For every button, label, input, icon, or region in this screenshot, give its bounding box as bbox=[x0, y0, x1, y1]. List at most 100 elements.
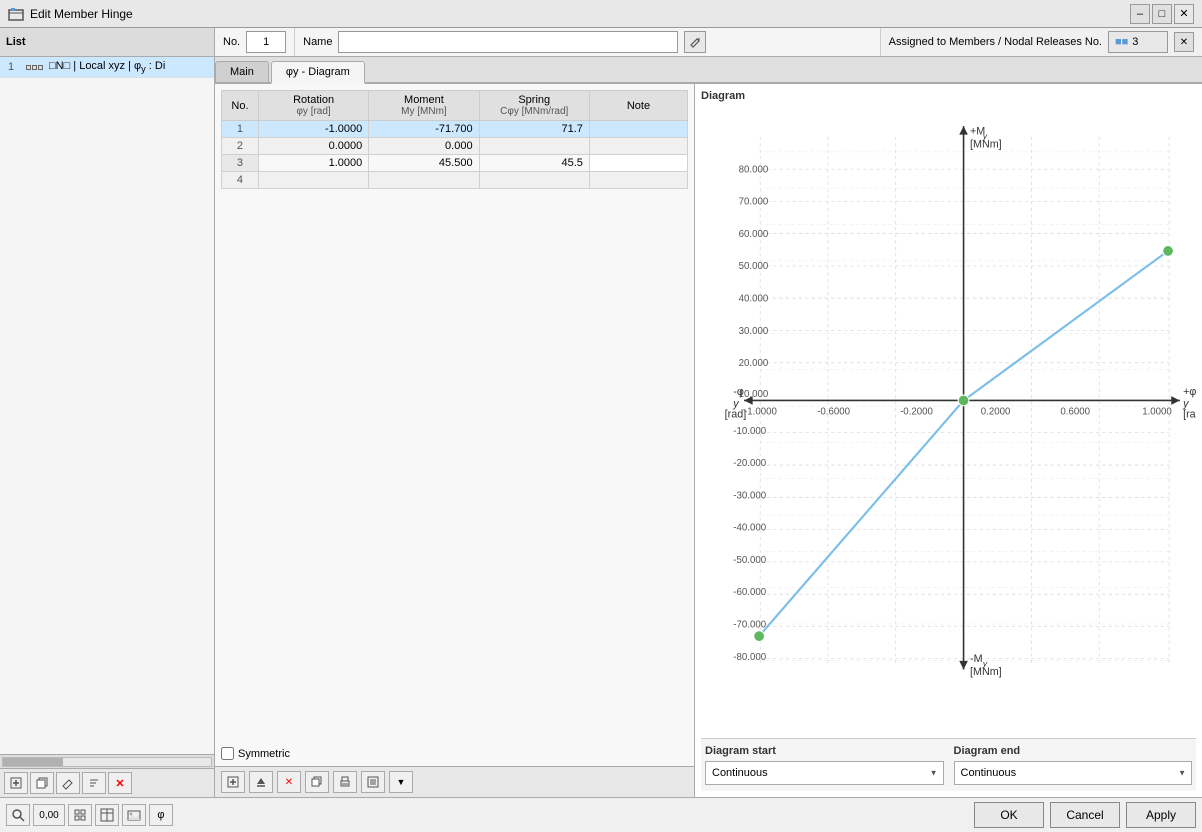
diagram-canvas: +φ y [rad] -φ y [rad] +M y [MNm] bbox=[701, 106, 1196, 738]
cell-rotation[interactable] bbox=[258, 172, 368, 189]
cell-note[interactable] bbox=[589, 138, 687, 155]
table-export-button[interactable] bbox=[361, 771, 385, 793]
zoom-button[interactable] bbox=[6, 804, 30, 826]
name-input[interactable]: □□□ □N□ | Local xyz | φy : Diagram bbox=[338, 31, 678, 53]
cell-rotation[interactable]: 1.0000 bbox=[258, 155, 368, 172]
maximize-button[interactable]: □ bbox=[1152, 4, 1172, 24]
cell-note[interactable] bbox=[589, 172, 687, 189]
edit-name-button[interactable] bbox=[684, 31, 706, 53]
col-note-header: Note bbox=[589, 91, 687, 121]
no-input[interactable] bbox=[246, 31, 286, 53]
symmetric-label[interactable]: Symmetric bbox=[238, 748, 290, 760]
name-label: Name bbox=[303, 36, 332, 48]
assigned-label: Assigned to Members / Nodal Releases No. bbox=[889, 36, 1102, 48]
svg-text:-0.2000: -0.2000 bbox=[900, 406, 933, 417]
diagram-svg: +φ y [rad] -φ y [rad] +M y [MNm] bbox=[701, 106, 1196, 738]
svg-text:[rad]: [rad] bbox=[725, 409, 747, 421]
data-table: No. Rotation φy [rad] Moment My [MNm] bbox=[221, 90, 688, 189]
list-item[interactable]: 1 □N□ | Local xyz | φy : Di bbox=[0, 57, 214, 78]
table-row[interactable]: 4 bbox=[222, 172, 688, 189]
pencil-icon bbox=[689, 36, 701, 48]
table-more-button[interactable]: ▼ bbox=[389, 771, 413, 793]
grid-icon bbox=[73, 808, 87, 822]
list-new-button[interactable] bbox=[4, 772, 28, 794]
table-moveup-button[interactable] bbox=[249, 771, 273, 793]
svg-text:-20.000: -20.000 bbox=[733, 458, 766, 469]
cell-spring[interactable]: 45.5 bbox=[479, 155, 589, 172]
list-sort-button[interactable] bbox=[82, 772, 106, 794]
col-moment-header: Moment My [MNm] bbox=[369, 91, 479, 121]
svg-text:0.2000: 0.2000 bbox=[981, 406, 1011, 417]
window-title: Edit Member Hinge bbox=[30, 7, 1130, 21]
svg-text:10.000: 10.000 bbox=[739, 389, 769, 400]
list-copy-button[interactable] bbox=[30, 772, 54, 794]
diagram-start-select[interactable]: Continuous Fixed Free bbox=[705, 761, 944, 785]
close-button[interactable]: ✕ bbox=[1174, 4, 1194, 24]
table-print-button[interactable] bbox=[333, 771, 357, 793]
rename-icon bbox=[61, 776, 75, 790]
svg-text:60.000: 60.000 bbox=[739, 229, 769, 240]
tab-main[interactable]: Main bbox=[215, 61, 269, 82]
cell-spring[interactable]: 71.7 bbox=[479, 121, 589, 138]
cell-note[interactable] bbox=[589, 155, 687, 172]
symmetric-checkbox[interactable] bbox=[221, 747, 234, 760]
image-icon bbox=[127, 808, 141, 822]
svg-text:0.6000: 0.6000 bbox=[1060, 406, 1090, 417]
diagram-title: Diagram bbox=[701, 90, 1196, 102]
svg-text:-40.000: -40.000 bbox=[733, 523, 766, 534]
tab-bar: Main φy - Diagram bbox=[215, 57, 1202, 84]
decimal-button[interactable]: 0,00 bbox=[33, 804, 65, 826]
table-delete-button[interactable]: ✕ bbox=[277, 771, 301, 793]
minimize-button[interactable]: – bbox=[1130, 4, 1150, 24]
print-icon bbox=[339, 776, 351, 788]
copy-icon bbox=[35, 776, 49, 790]
diagram-end-select[interactable]: Continuous Fixed Free bbox=[954, 761, 1193, 785]
image-button[interactable] bbox=[122, 804, 146, 826]
cell-moment[interactable] bbox=[369, 172, 479, 189]
cancel-button[interactable]: Cancel bbox=[1050, 802, 1120, 828]
cell-moment[interactable]: -71.700 bbox=[369, 121, 479, 138]
cell-moment[interactable]: 0.000 bbox=[369, 138, 479, 155]
diagram-start-group: Diagram start Continuous Fixed Free bbox=[705, 745, 944, 785]
view-button[interactable] bbox=[68, 804, 92, 826]
move-up-icon bbox=[255, 776, 267, 788]
diagram-end-select-wrapper: Continuous Fixed Free bbox=[954, 761, 1193, 785]
table-add-button[interactable] bbox=[221, 771, 245, 793]
sort-icon bbox=[87, 776, 101, 790]
list-scrollbar[interactable] bbox=[0, 754, 214, 768]
title-bar: Edit Member Hinge – □ ✕ bbox=[0, 0, 1202, 28]
cell-rotation[interactable]: -1.0000 bbox=[258, 121, 368, 138]
list-delete-button[interactable]: ✕ bbox=[108, 772, 132, 794]
list-rename-button[interactable] bbox=[56, 772, 80, 794]
col-no-header: No. bbox=[222, 91, 259, 121]
table-row[interactable]: 31.000045.50045.5 bbox=[222, 155, 688, 172]
list-item-num: 1 bbox=[8, 61, 22, 73]
svg-text:50.000: 50.000 bbox=[739, 261, 769, 272]
cell-no: 3 bbox=[222, 155, 259, 172]
tab-diagram[interactable]: φy - Diagram bbox=[271, 61, 365, 84]
cell-moment[interactable]: 45.500 bbox=[369, 155, 479, 172]
cell-note[interactable] bbox=[589, 121, 687, 138]
assigned-remove-button[interactable]: ✕ bbox=[1174, 32, 1194, 52]
svg-text:-30.000: -30.000 bbox=[733, 490, 766, 501]
cell-spring[interactable] bbox=[479, 138, 589, 155]
table-row[interactable]: 1-1.0000-71.70071.7 bbox=[222, 121, 688, 138]
apply-button[interactable]: Apply bbox=[1126, 802, 1196, 828]
svg-text:-70.000: -70.000 bbox=[733, 620, 766, 631]
cell-no: 2 bbox=[222, 138, 259, 155]
cell-rotation[interactable]: 0.0000 bbox=[258, 138, 368, 155]
cell-no: 1 bbox=[222, 121, 259, 138]
phi-button[interactable]: φ bbox=[149, 804, 173, 826]
cell-spring[interactable] bbox=[479, 172, 589, 189]
ok-button[interactable]: OK bbox=[974, 802, 1044, 828]
svg-text:[MNm]: [MNm] bbox=[970, 139, 1002, 151]
svg-text:40.000: 40.000 bbox=[739, 293, 769, 304]
svg-text:-80.000: -80.000 bbox=[733, 652, 766, 663]
new-icon bbox=[9, 776, 23, 790]
table-row[interactable]: 20.00000.000 bbox=[222, 138, 688, 155]
window-icon bbox=[8, 6, 24, 22]
scrollbar-thumb[interactable] bbox=[3, 758, 63, 766]
grid-button[interactable] bbox=[95, 804, 119, 826]
table-copy-button[interactable] bbox=[305, 771, 329, 793]
assigned-value: ■■ Diagram end 3 bbox=[1108, 31, 1168, 53]
